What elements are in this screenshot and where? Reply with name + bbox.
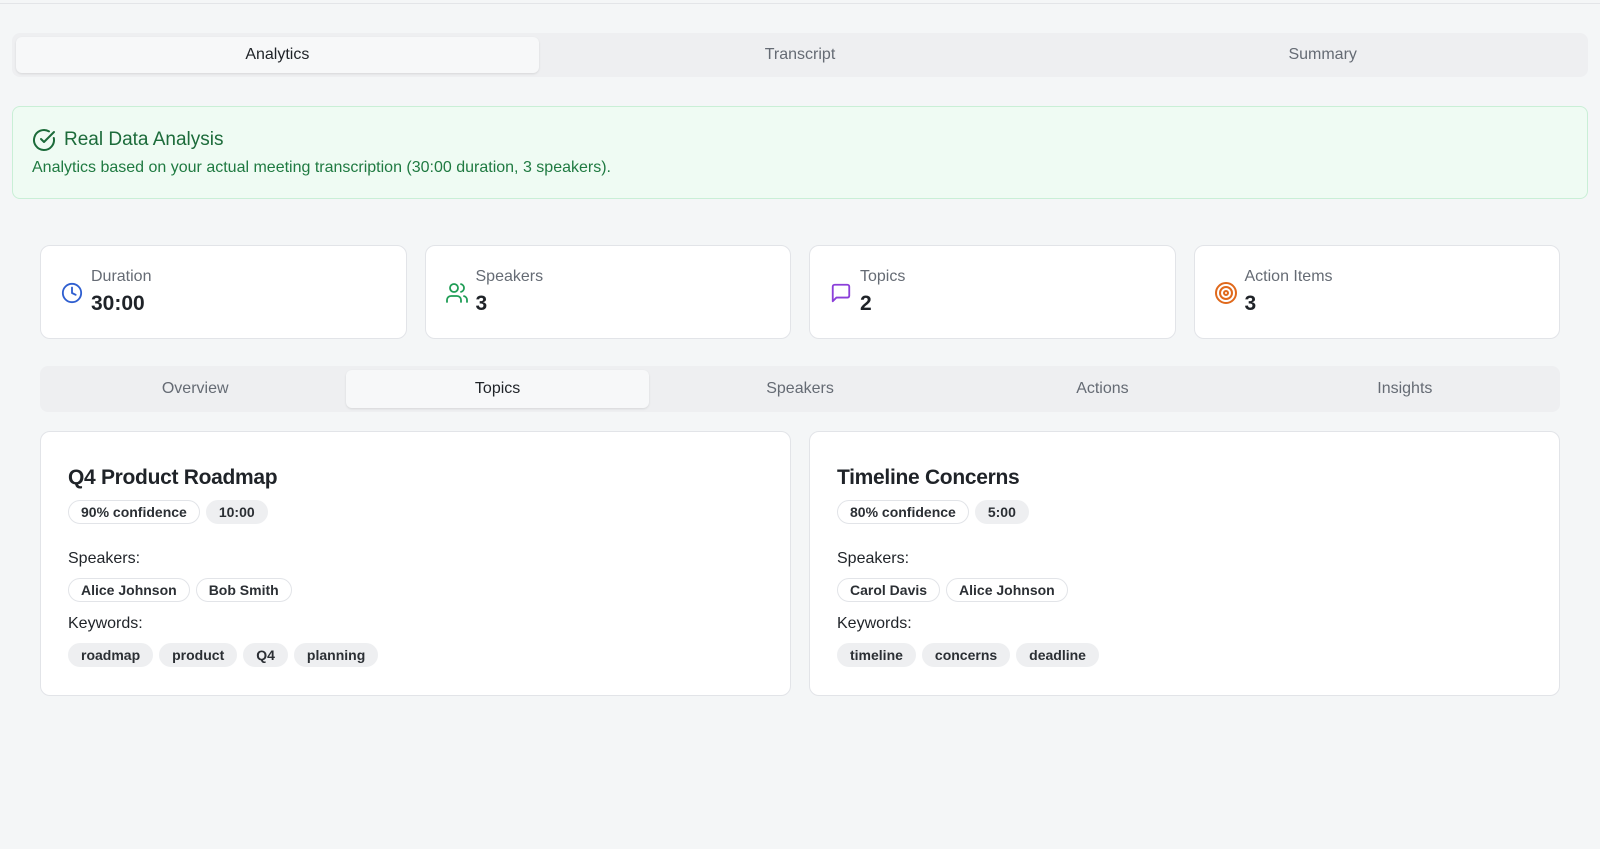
stat-label: Action Items	[1244, 268, 1333, 285]
stat-card-topics: Topics 2	[809, 245, 1176, 339]
tab-speakers[interactable]: Speakers	[649, 370, 951, 408]
banner-title: Real Data Analysis	[64, 129, 224, 150]
topic-card: Timeline Concerns 80% confidence 5:00 Sp…	[809, 431, 1560, 696]
analytics-sub-tabs: Overview Topics Speakers Actions Insight…	[40, 366, 1560, 412]
keywords-label: Keywords:	[837, 615, 912, 632]
check-circle-icon	[32, 128, 56, 152]
stat-value: 30:00	[91, 292, 145, 315]
topic-title: Timeline Concerns	[837, 466, 1020, 489]
confidence-badge: 90% confidence	[68, 500, 200, 524]
tab-transcript[interactable]: Transcript	[539, 37, 1062, 73]
keyword-chip: product	[159, 643, 238, 667]
stat-label: Topics	[860, 268, 906, 285]
duration-badge: 10:00	[205, 500, 268, 524]
stat-value: 2	[860, 292, 872, 315]
topic-meta: 90% confidence 10:00	[68, 500, 268, 524]
speaker-chips: Carol Davis Alice Johnson	[837, 578, 1068, 602]
tab-summary[interactable]: Summary	[1061, 37, 1584, 73]
stats-row: Duration 30:00 Speakers 3 Topics 2 Actio…	[40, 245, 1560, 339]
keywords-label: Keywords:	[68, 615, 143, 632]
tab-insights[interactable]: Insights	[1254, 370, 1556, 408]
tab-analytics[interactable]: Analytics	[16, 37, 539, 73]
speakers-label: Speakers:	[68, 550, 141, 567]
keyword-chip: Q4	[243, 643, 288, 667]
speaker-chip: Alice Johnson	[68, 578, 190, 602]
topic-card: Q4 Product Roadmap 90% confidence 10:00 …	[40, 431, 791, 696]
stat-card-action-items: Action Items 3	[1193, 245, 1560, 339]
keyword-chip: concerns	[921, 643, 1011, 667]
keyword-chip: timeline	[837, 643, 916, 667]
main-tabs: Analytics Transcript Summary	[12, 33, 1588, 77]
target-icon	[1214, 281, 1238, 305]
tab-topics[interactable]: Topics	[346, 370, 649, 408]
keyword-chip: deadline	[1016, 643, 1099, 667]
speaker-chip: Bob Smith	[195, 578, 292, 602]
banner-heading: Real Data Analysis	[32, 127, 223, 153]
banner-description: Analytics based on your actual meeting t…	[32, 159, 611, 176]
keyword-chips: timeline concerns deadline	[837, 643, 1099, 667]
topic-title: Q4 Product Roadmap	[68, 466, 278, 489]
users-icon	[445, 281, 469, 305]
stat-label: Speakers	[475, 268, 544, 285]
stat-card-duration: Duration 30:00	[40, 245, 407, 339]
topics-list: Q4 Product Roadmap 90% confidence 10:00 …	[40, 431, 1560, 696]
tab-overview[interactable]: Overview	[44, 370, 346, 408]
keyword-chip: roadmap	[68, 643, 154, 667]
stat-value: 3	[475, 292, 488, 315]
message-square-icon	[829, 281, 853, 305]
keyword-chips: roadmap product Q4 planning	[68, 643, 379, 667]
analysis-banner: Real Data Analysis Analytics based on yo…	[12, 106, 1588, 199]
stat-value: 3	[1244, 292, 1257, 315]
stat-label: Duration	[91, 268, 152, 285]
speakers-label: Speakers:	[837, 550, 910, 567]
speaker-chip: Alice Johnson	[946, 578, 1068, 602]
top-divider	[0, 3, 1600, 4]
confidence-badge: 80% confidence	[837, 500, 969, 524]
speaker-chips: Alice Johnson Bob Smith	[68, 578, 292, 602]
keyword-chip: planning	[293, 643, 379, 667]
clock-icon	[60, 281, 84, 305]
stat-card-speakers: Speakers 3	[424, 245, 791, 339]
duration-badge: 5:00	[974, 500, 1029, 524]
tab-actions[interactable]: Actions	[951, 370, 1253, 408]
topic-meta: 80% confidence 5:00	[837, 500, 1029, 524]
speaker-chip: Carol Davis	[837, 578, 941, 602]
